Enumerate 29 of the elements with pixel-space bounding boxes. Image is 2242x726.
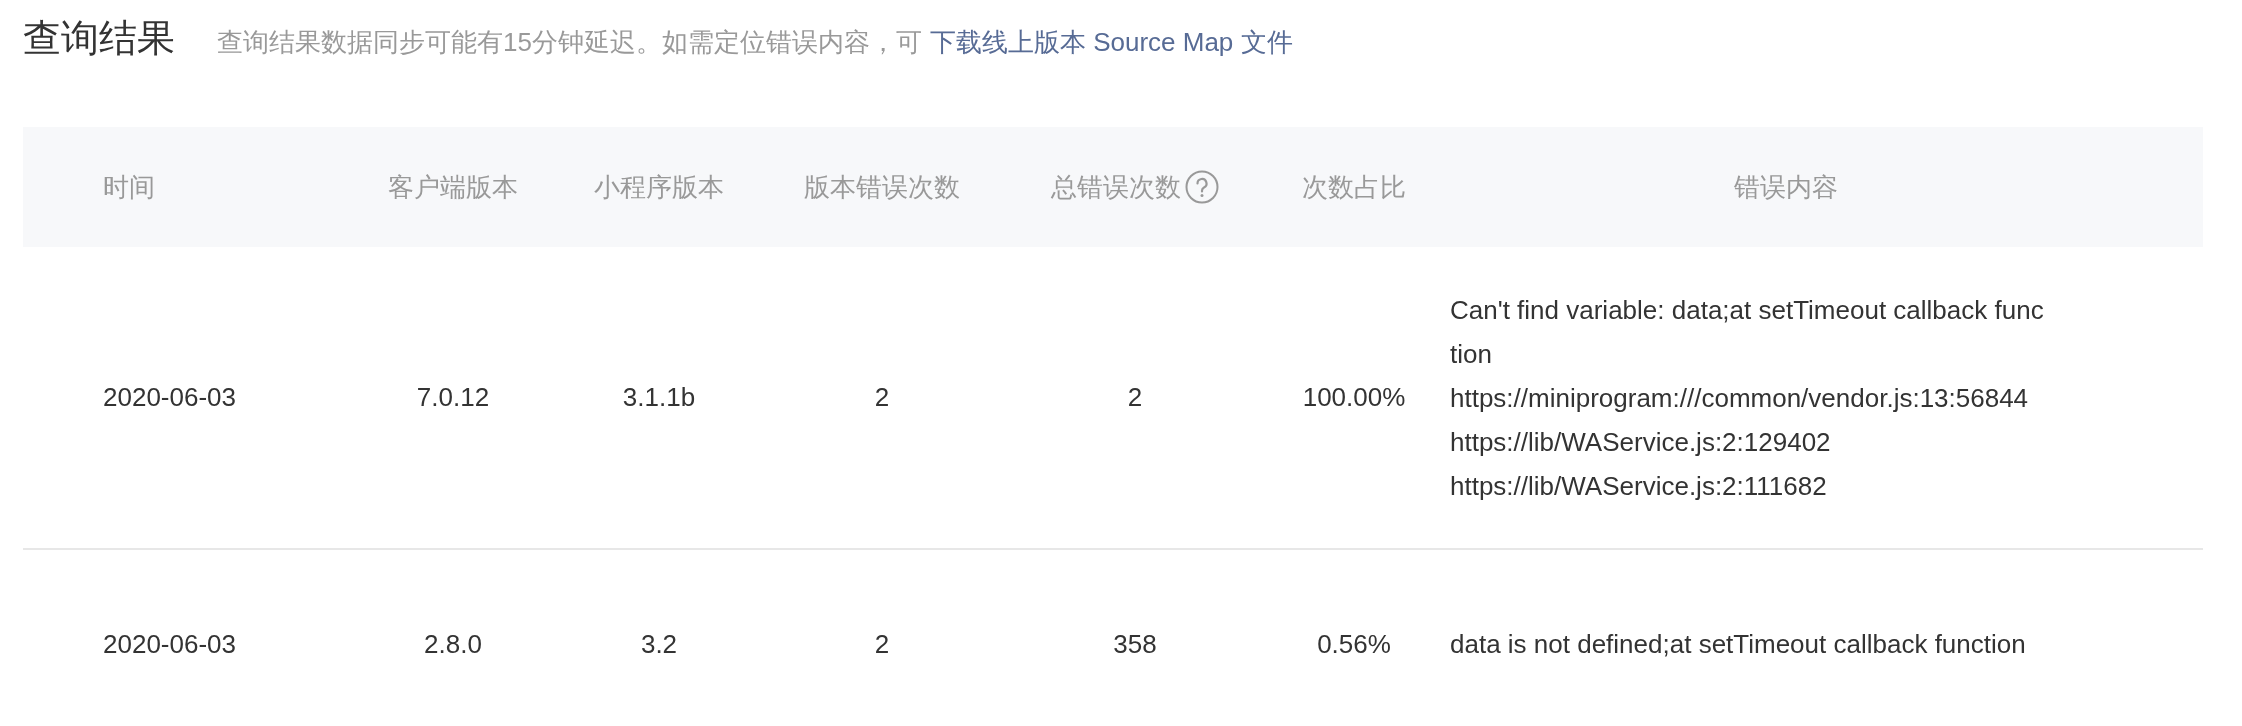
error-line: Can't find variable: data;at setTimeout callback func <box>1450 294 2045 327</box>
table-cell: 2020-06-03 <box>103 628 236 659</box>
table-cell: 2 <box>874 382 890 412</box>
error-line: data is not defined;at setTimeout callback function <box>1450 628 2027 661</box>
table-cell: 0.56% <box>1317 628 1391 659</box>
help-icon[interactable] <box>1185 170 1219 204</box>
table-cell: 3.2 <box>640 628 678 659</box>
column-header: 客户端版本 <box>388 170 518 204</box>
table-cell: 2 <box>1127 382 1143 412</box>
column-header: 小程序版本 <box>594 170 724 204</box>
page-title: 查询结果 <box>23 16 175 61</box>
error-line: https://lib/WAService.js:2:111682 <box>1450 470 1828 503</box>
table-cell: 7.0.12 <box>416 382 490 412</box>
column-header: 次数占比 <box>1302 170 1406 204</box>
error-line: https://lib/WAService.js:2:129402 <box>1450 426 1832 459</box>
table-cell: 2.8.0 <box>424 628 482 659</box>
error-line: tion <box>1450 338 1493 371</box>
table-cell: 358 <box>1113 628 1157 659</box>
table-cell: 100.00% <box>1302 382 1406 412</box>
column-header: 错误内容 <box>1734 170 1838 204</box>
table-cell: 2020-06-03 <box>103 382 236 412</box>
table-cell: 3.1.1b <box>622 382 696 412</box>
source-map-link[interactable]: 下载线上版本 Source Map 文件 <box>929 27 1293 57</box>
column-header: 版本错误次数 <box>804 170 960 204</box>
error-line: https://miniprogram:///common/vendor.js:13:56844 <box>1450 382 2030 415</box>
notice-text: 查询结果数据同步可能有15分钟延迟。如需定位错误内容，可 下载线上版本 Source Map 文件 <box>217 26 1293 59</box>
column-header: 总错误次数 <box>1051 170 1181 204</box>
column-header: 时间 <box>103 170 155 204</box>
table-cell: 2 <box>874 628 890 659</box>
